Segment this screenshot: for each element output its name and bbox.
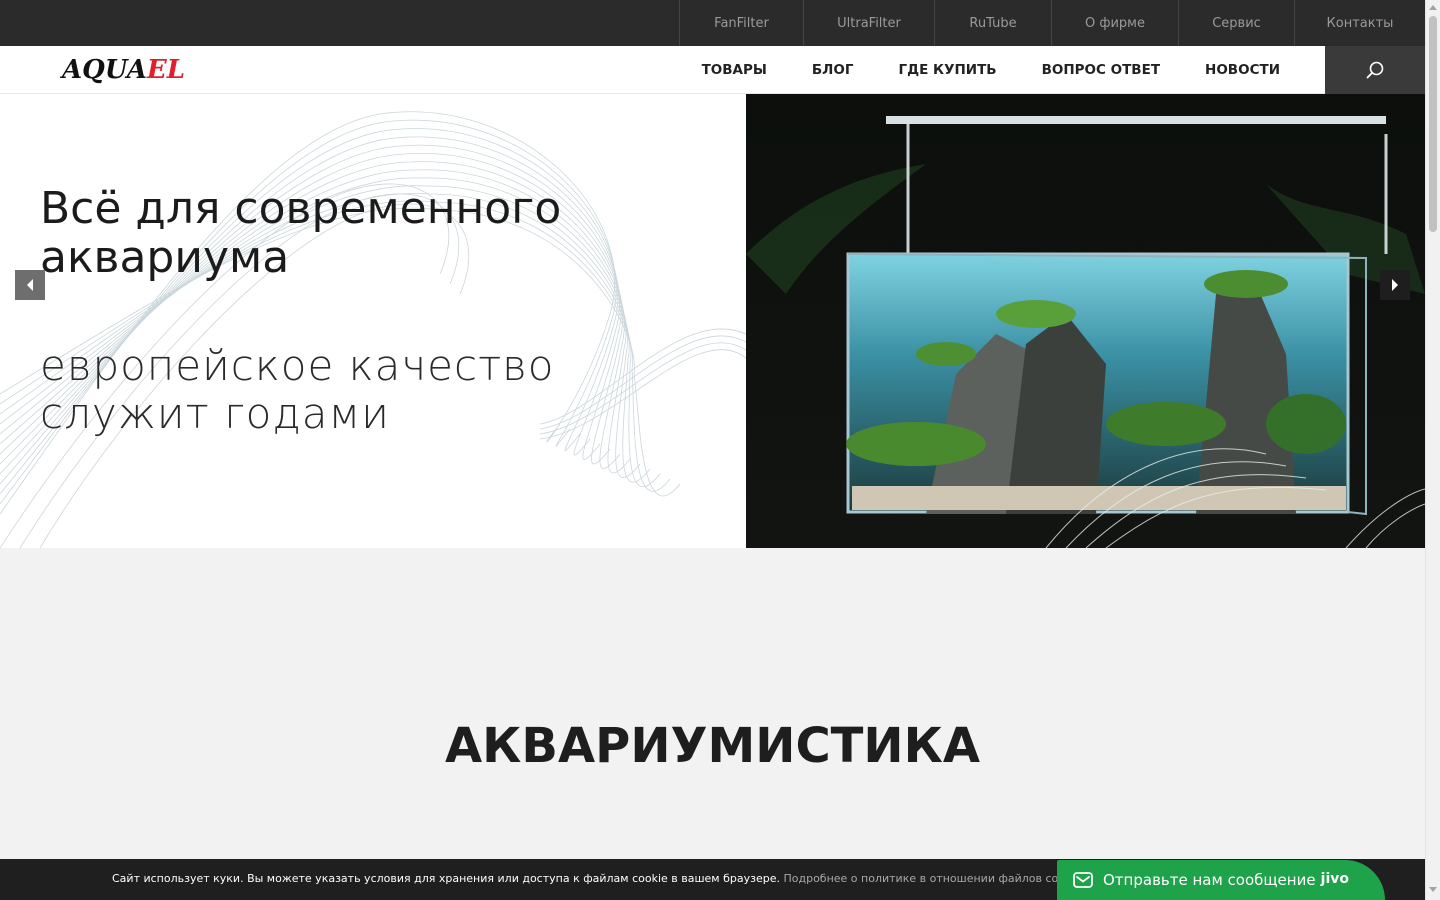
nav-item-faq[interactable]: ВОПРОС ОТВЕТ bbox=[1042, 62, 1160, 78]
hero-subtitle: европейское качество служит годами bbox=[40, 341, 555, 438]
chat-widget-label: Отправьте нам сообщение bbox=[1103, 871, 1316, 889]
top-links: FanFilter UltraFilter RuTube О фирме Сер… bbox=[679, 0, 1425, 46]
top-link-ultrafilter[interactable]: UltraFilter bbox=[803, 0, 934, 46]
slider-next-button[interactable] bbox=[1380, 270, 1410, 300]
logo-text-el: EL bbox=[146, 55, 185, 85]
cookie-message: Сайт использует куки. Вы можете указать … bbox=[112, 872, 1081, 885]
hero-title: Всё для современного аквариума bbox=[40, 183, 562, 283]
search-icon bbox=[1366, 61, 1384, 79]
top-link-fanfilter[interactable]: FanFilter bbox=[679, 0, 803, 46]
top-link-rutube[interactable]: RuTube bbox=[934, 0, 1051, 46]
scrollbar[interactable] bbox=[1425, 0, 1440, 900]
logo[interactable]: AQUA EL bbox=[62, 54, 185, 86]
top-link-service[interactable]: Сервис bbox=[1178, 0, 1294, 46]
hero-slider: Всё для современного аквариума европейск… bbox=[0, 94, 1425, 548]
cookie-policy-link[interactable]: Подробнее о политике в отношении файлов … bbox=[783, 872, 1081, 885]
nav-item-products[interactable]: ТОВАРЫ bbox=[702, 62, 767, 78]
logo-text-aqua: AQUA bbox=[62, 55, 147, 85]
chat-widget-button[interactable]: Отправьте нам сообщение jivo bbox=[1057, 860, 1385, 900]
cookie-text: Сайт использует куки. Вы можете указать … bbox=[112, 872, 780, 885]
page: FanFilter UltraFilter RuTube О фирме Сер… bbox=[0, 0, 1425, 900]
nav-item-where-to-buy[interactable]: ГДЕ КУПИТЬ bbox=[898, 62, 996, 78]
chat-brand-logo: jivo bbox=[1320, 871, 1349, 887]
chevron-left-icon bbox=[27, 279, 33, 291]
nav-item-blog[interactable]: БЛОГ bbox=[812, 62, 854, 78]
scroll-down-arrow[interactable] bbox=[1429, 887, 1437, 892]
scrollbar-thumb[interactable] bbox=[1429, 16, 1437, 232]
scroll-up-arrow[interactable] bbox=[1429, 5, 1437, 10]
main-navbar: AQUA EL ТОВАРЫ БЛОГ ГДЕ КУПИТЬ ВОПРОС ОТВ… bbox=[0, 46, 1425, 94]
chevron-right-icon bbox=[1392, 279, 1398, 291]
mail-icon bbox=[1073, 872, 1093, 888]
nav-menu: ТОВАРЫ БЛОГ ГДЕ КУПИТЬ ВОПРОС ОТВЕТ НОВО… bbox=[657, 46, 1280, 94]
search-button[interactable] bbox=[1325, 46, 1425, 94]
section-title: АКВАРИУМИСТИКА bbox=[445, 718, 980, 774]
top-link-contacts[interactable]: Контакты bbox=[1294, 0, 1425, 46]
top-bar: FanFilter UltraFilter RuTube О фирме Сер… bbox=[0, 0, 1425, 46]
aquarium-image bbox=[746, 94, 1425, 548]
slider-prev-button[interactable] bbox=[15, 270, 45, 300]
nav-item-news[interactable]: НОВОСТИ bbox=[1205, 62, 1280, 78]
top-link-about[interactable]: О фирме bbox=[1051, 0, 1178, 46]
